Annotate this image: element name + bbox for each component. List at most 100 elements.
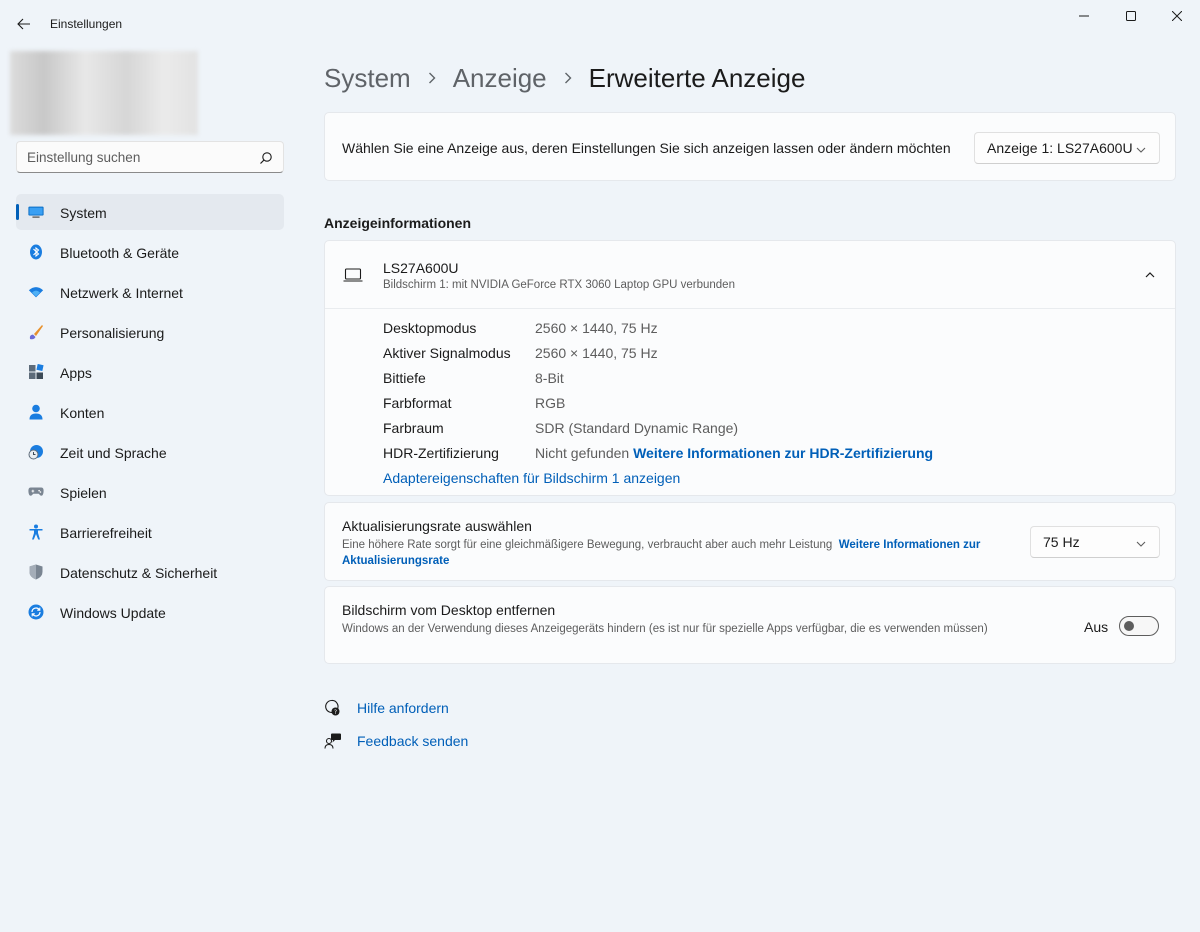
accessibility-icon <box>28 524 44 540</box>
toggle-knob <box>1124 621 1134 631</box>
sidebar-item-system[interactable]: System <box>16 194 284 230</box>
property-value-container: Nicht gefunden Weitere Informationen zur… <box>535 445 933 461</box>
sidebar-nav: System Bluetooth & Geräte Netzwerk & Int… <box>16 194 284 634</box>
sidebar-item-time-language[interactable]: Zeit und Sprache <box>16 434 284 470</box>
display-dropdown[interactable]: Anzeige 1: LS27A600U <box>974 132 1160 164</box>
refresh-rate-title: Aktualisierungsrate auswählen <box>342 518 532 534</box>
user-avatar[interactable] <box>10 51 198 135</box>
chevron-down-icon <box>1136 147 1146 153</box>
sidebar-item-label: System <box>60 205 107 221</box>
settings-search[interactable] <box>16 141 284 173</box>
property-key: Farbformat <box>383 395 452 411</box>
property-row: Aktiver Signalmodus 2560 × 1440, 75 Hz <box>383 345 1163 365</box>
display-select-card: Wählen Sie eine Anzeige aus, deren Einst… <box>324 112 1176 181</box>
property-value: SDR (Standard Dynamic Range) <box>535 420 739 436</box>
sidebar-item-label: Spielen <box>60 485 107 501</box>
back-button[interactable] <box>12 12 36 36</box>
remove-display-toggle[interactable] <box>1119 616 1159 636</box>
feedback-label: Feedback senden <box>357 733 469 749</box>
active-indicator <box>16 204 19 220</box>
minimize-button[interactable] <box>1061 0 1107 32</box>
property-key: Desktopmodus <box>383 320 477 336</box>
app-title: Einstellungen <box>50 17 123 31</box>
monitor-subtitle: Bildschirm 1: mit NVIDIA GeForce RTX 306… <box>383 279 735 291</box>
property-key: HDR-Zertifizierung <box>383 445 499 461</box>
title-bar: Einstellungen <box>0 0 1200 48</box>
property-row: Farbformat RGB <box>383 395 1163 415</box>
display-dropdown-value: Anzeige 1: LS27A600U <box>987 140 1133 156</box>
brush-icon <box>28 324 44 340</box>
chevron-down-icon <box>1136 541 1146 547</box>
sidebar-item-network[interactable]: Netzwerk & Internet <box>16 274 284 310</box>
search-input[interactable] <box>27 142 247 172</box>
sidebar-item-personalization[interactable]: Personalisierung <box>16 314 284 350</box>
toggle-state-label: Aus <box>1084 619 1109 635</box>
property-key: Bittiefe <box>383 370 426 386</box>
sidebar-item-windows-update[interactable]: Windows Update <box>16 594 284 630</box>
section-title-display-info: Anzeigeinformationen <box>324 215 472 231</box>
page-title: Erweiterte Anzeige <box>588 62 806 93</box>
display-info-header[interactable]: LS27A600U Bildschirm 1: mit NVIDIA GeFor… <box>325 241 1175 309</box>
feedback-icon <box>324 732 342 750</box>
property-row: Desktopmodus 2560 × 1440, 75 Hz <box>383 320 1163 340</box>
sidebar-item-label: Apps <box>60 365 92 381</box>
refresh-rate-card: Aktualisierungsrate auswählen Eine höher… <box>324 502 1176 581</box>
display-select-text: Wählen Sie eine Anzeige aus, deren Einst… <box>342 140 951 156</box>
help-chat-icon: ? <box>324 699 342 717</box>
search-icon[interactable] <box>258 150 274 166</box>
breadcrumb-display[interactable]: Anzeige <box>453 63 547 94</box>
property-row: Farbraum SDR (Standard Dynamic Range) <box>383 420 1163 440</box>
shield-icon <box>28 564 44 580</box>
property-row: Bittiefe 8-Bit <box>383 370 1163 390</box>
sidebar-item-label: Barrierefreiheit <box>60 525 152 541</box>
sidebar-item-bluetooth[interactable]: Bluetooth & Geräte <box>16 234 284 270</box>
arrow-left-icon <box>17 18 30 30</box>
clock-globe-icon <box>28 444 44 460</box>
sidebar-item-accounts[interactable]: Konten <box>16 394 284 430</box>
property-value: 8-Bit <box>535 370 564 386</box>
chevron-up-icon[interactable] <box>1144 269 1156 281</box>
account-icon <box>28 404 44 420</box>
remove-display-card: Bildschirm vom Desktop entfernen Windows… <box>324 586 1176 664</box>
sidebar-item-label: Zeit und Sprache <box>60 445 167 461</box>
sidebar-item-label: Bluetooth & Geräte <box>60 245 180 261</box>
property-value: 2560 × 1440, 75 Hz <box>535 345 658 361</box>
get-help-link[interactable]: ? Hilfe anfordern <box>324 697 449 719</box>
hdr-info-link[interactable]: Weitere Informationen zur HDR-Zertifizie… <box>633 445 933 461</box>
monitor-icon <box>28 204 44 220</box>
sidebar-item-label: Windows Update <box>60 605 166 621</box>
breadcrumb-system[interactable]: System <box>324 63 411 94</box>
gamepad-icon <box>28 484 44 500</box>
property-value: RGB <box>535 395 566 411</box>
chevron-right-icon <box>547 72 589 84</box>
sidebar-item-privacy[interactable]: Datenschutz & Sicherheit <box>16 554 284 590</box>
refresh-rate-description-block: Eine höhere Rate sorgt für eine gleichmä… <box>342 537 1002 569</box>
sidebar-item-gaming[interactable]: Spielen <box>16 474 284 510</box>
laptop-icon <box>343 268 363 282</box>
apps-icon <box>28 364 44 380</box>
maximize-button[interactable] <box>1108 0 1154 32</box>
wifi-icon <box>28 284 44 300</box>
bluetooth-icon <box>28 244 44 260</box>
svg-text:?: ? <box>334 709 337 716</box>
adapter-properties-link[interactable]: Adaptereigenschaften für Bildschirm 1 an… <box>383 470 680 486</box>
sidebar-item-apps[interactable]: Apps <box>16 354 284 390</box>
maximize-icon <box>1126 11 1136 21</box>
remove-display-title: Bildschirm vom Desktop entfernen <box>342 602 556 618</box>
update-icon <box>28 604 44 620</box>
sidebar-item-label: Konten <box>60 405 105 421</box>
refresh-rate-dropdown[interactable]: 75 Hz <box>1030 526 1160 558</box>
sidebar-item-label: Personalisierung <box>60 325 165 341</box>
sidebar-item-label: Datenschutz & Sicherheit <box>60 565 218 581</box>
display-info-card: LS27A600U Bildschirm 1: mit NVIDIA GeFor… <box>324 240 1176 496</box>
close-icon <box>1172 11 1182 21</box>
sidebar-item-accessibility[interactable]: Barrierefreiheit <box>16 514 284 550</box>
feedback-link[interactable]: Feedback senden <box>324 730 468 752</box>
property-value: Nicht gefunden <box>535 445 630 461</box>
chevron-right-icon <box>411 72 453 84</box>
close-button[interactable] <box>1154 0 1200 32</box>
remove-display-description: Windows an der Verwendung dieses Anzeige… <box>342 623 988 635</box>
property-key: Farbraum <box>383 420 444 436</box>
refresh-rate-description: Eine höhere Rate sorgt für eine gleichmä… <box>342 539 833 551</box>
property-key: Aktiver Signalmodus <box>383 345 511 361</box>
